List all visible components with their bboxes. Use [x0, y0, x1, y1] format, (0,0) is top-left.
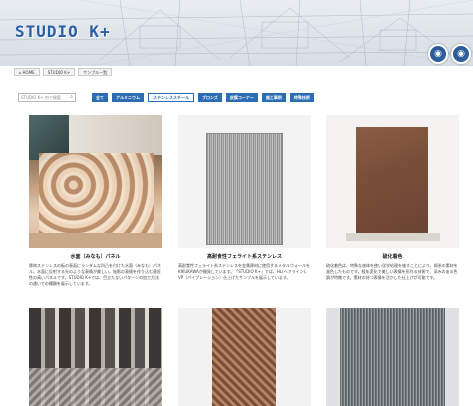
language-button[interactable]: ◉	[428, 44, 448, 64]
product-image-hairline-panel[interactable]	[326, 308, 459, 406]
card-description: 厚肉ステンレスの板の表面にランダムな凹凸を付けた水面（みなも）パネル。水面に反射…	[29, 263, 161, 286]
tab-cases[interactable]: 施工事例	[261, 93, 286, 102]
filter-bar: STUDIO K+ 内で検索 ⌕ 全て アルミニウム ステンレススチール ブロン…	[18, 93, 314, 102]
globe-icon: ◉	[434, 49, 442, 59]
product-card[interactable]	[326, 308, 459, 406]
product-card[interactable]: 水面（みなも）パネル 厚肉ステンレスの板の表面にランダムな凹凸を付けた水面（みな…	[29, 115, 162, 287]
tab-all[interactable]: 全て	[92, 93, 108, 102]
product-image-tiles[interactable]	[29, 308, 162, 406]
tab-aluminium[interactable]: アルミニウム	[112, 93, 144, 102]
site-header: STUDIO K+ ◉ ◉	[0, 0, 473, 66]
card-title[interactable]: 水面（みなも）パネル	[29, 253, 162, 261]
product-image-minamo[interactable]	[29, 115, 162, 248]
globe-icon: ◉	[457, 49, 465, 59]
tab-special[interactable]: 特殊技術	[289, 93, 314, 102]
product-card[interactable]: 硫化着色 硫化着色は、特殊な液体を使い化学処理を施すことにより、銅系の素材を発色…	[326, 115, 459, 281]
product-image-lattice-column[interactable]	[178, 308, 311, 406]
search-icon[interactable]: ⌕	[70, 94, 73, 101]
search-placeholder: STUDIO K+ 内で検索	[21, 95, 61, 100]
category-tabs: 全て アルミニウム ステンレススチール ブロンズ 皮膜コーナー 施工事例 特殊技…	[92, 93, 314, 102]
product-card[interactable]	[29, 308, 162, 406]
breadcrumb-studio[interactable]: STUDIO K+	[42, 68, 76, 76]
tab-coating[interactable]: 皮膜コーナー	[225, 93, 258, 102]
card-description: 硫化着色は、特殊な液体を使い化学処理を施すことにより、銅系の素材を発色したもので…	[326, 263, 458, 280]
card-description: 高耐食性フェライト系ステンレスを金属建材に使用するメタルウォールをKIKUKAW…	[178, 263, 310, 280]
product-card[interactable]	[178, 308, 311, 406]
breadcrumb-home[interactable]: ⌂HOME	[14, 68, 40, 76]
tab-bronze[interactable]: ブロンズ	[197, 93, 222, 102]
product-image-sulfide-coloring[interactable]	[326, 115, 459, 248]
breadcrumb-current: サンプル一覧	[78, 68, 113, 76]
breadcrumb: ⌂HOME STUDIO K+ サンプル一覧	[14, 68, 113, 76]
product-image-ferrite-stainless[interactable]	[178, 115, 311, 248]
product-card[interactable]: 高耐食性フェライト系ステンレス 高耐食性フェライト系ステンレスを金属建材に使用す…	[178, 115, 311, 281]
card-title[interactable]: 硫化着色	[326, 253, 459, 261]
site-logo[interactable]: STUDIO K+	[15, 22, 111, 41]
card-title[interactable]: 高耐食性フェライト系ステンレス	[178, 253, 311, 261]
home-icon: ⌂	[19, 70, 22, 75]
menu-button[interactable]: ◉	[451, 44, 471, 64]
tab-stainless[interactable]: ステンレススチール	[147, 93, 194, 102]
search-input[interactable]: STUDIO K+ 内で検索 ⌕	[18, 93, 76, 102]
